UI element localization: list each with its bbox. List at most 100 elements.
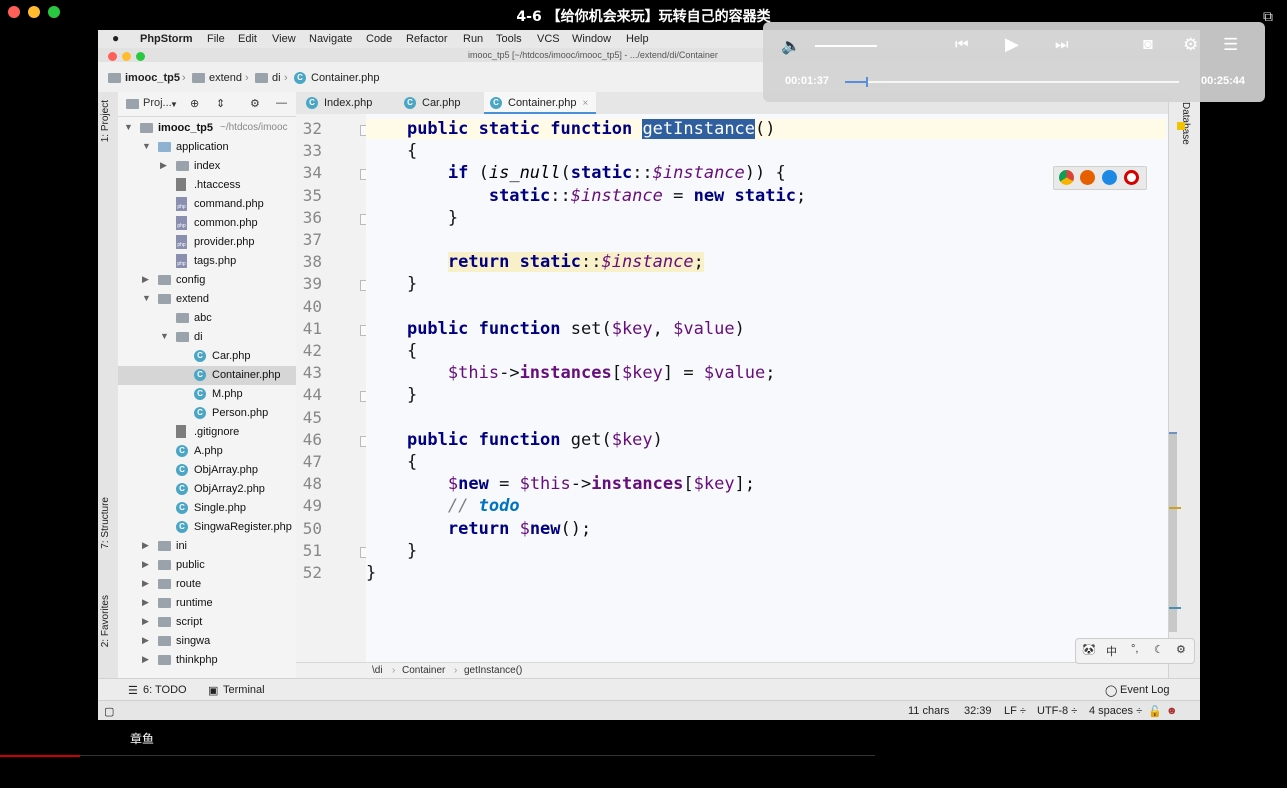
chevron-down-icon[interactable]: ▼ xyxy=(124,122,133,132)
tree-item[interactable]: C ObjArray2.php xyxy=(118,480,296,499)
collapse-icon[interactable]: ⇕ xyxy=(216,97,225,110)
tab-structure-tool[interactable]: 7: Structure xyxy=(100,497,111,549)
next-icon[interactable]: ⏭ xyxy=(1055,36,1069,53)
tree-item[interactable]: C M.php xyxy=(118,385,296,404)
tree-item[interactable]: php common.php xyxy=(118,214,296,233)
volume-icon[interactable]: 🔈 xyxy=(781,36,801,56)
code-line[interactable]: $this->instances[$key] = $value; xyxy=(366,363,776,383)
tree-item[interactable]: abc xyxy=(118,309,296,328)
lock-icon[interactable]: 🔓 xyxy=(1148,705,1162,718)
todo-tool-button[interactable]: 6: TODO xyxy=(143,684,187,696)
tree-item[interactable]: ▶ script xyxy=(118,613,296,632)
code-line[interactable]: } xyxy=(366,208,458,228)
tree-item[interactable]: C A.php xyxy=(118,442,296,461)
code-line[interactable]: public function set($key, $value) xyxy=(366,319,745,339)
chevron-right-icon[interactable]: ▶ xyxy=(142,597,149,608)
code-crumb-method[interactable]: getInstance() xyxy=(464,665,522,676)
editor-tab[interactable]: C Container.php × xyxy=(484,92,597,114)
safari-icon[interactable] xyxy=(1102,170,1117,185)
tree-item[interactable]: ▶ ini xyxy=(118,537,296,556)
tree-item[interactable]: C Single.php xyxy=(118,499,296,518)
chevron-down-icon[interactable]: ▼ xyxy=(142,141,151,151)
tree-item[interactable]: C Person.php xyxy=(118,404,296,423)
tree-item[interactable]: ▼ application xyxy=(118,138,296,157)
chrome-icon[interactable] xyxy=(1059,170,1074,185)
app-menu[interactable]: PhpStorm xyxy=(140,33,193,45)
previous-icon[interactable]: ⏮ xyxy=(955,36,969,53)
code-crumb-namespace[interactable]: \di xyxy=(372,665,383,676)
play-icon[interactable]: ▶ xyxy=(1005,34,1019,55)
hide-panel-icon[interactable]: — xyxy=(276,97,287,109)
tree-item[interactable]: ▼ di xyxy=(118,328,296,347)
tab-favorites-tool[interactable]: 2: Favorites xyxy=(100,595,111,647)
menu-edit[interactable]: Edit xyxy=(238,33,257,45)
playlist-icon[interactable]: ☰ xyxy=(1223,35,1238,55)
menu-tools[interactable]: Tools xyxy=(496,33,522,45)
code-line[interactable]: $new = $this->instances[$key]; xyxy=(366,474,755,494)
code-line[interactable]: { xyxy=(366,141,417,161)
chevron-right-icon[interactable]: ▶ xyxy=(142,654,149,665)
punctuation-icon[interactable]: °, xyxy=(1131,643,1138,655)
menu-navigate[interactable]: Navigate xyxy=(309,33,352,45)
menu-code[interactable]: Code xyxy=(366,33,392,45)
tree-item[interactable]: ▶ route xyxy=(118,575,296,594)
code-line[interactable]: public static function getInstance() xyxy=(366,119,1166,139)
volume-slider[interactable] xyxy=(815,45,877,47)
code-line[interactable]: } xyxy=(366,274,417,294)
chevron-right-icon[interactable]: ▶ xyxy=(142,616,149,627)
chevron-right-icon[interactable]: ▶ xyxy=(160,160,167,171)
tab-project-tool[interactable]: 1: Project xyxy=(100,100,111,142)
editor-tab[interactable]: C Car.php xyxy=(398,92,469,114)
target-icon[interactable]: ⊕ xyxy=(190,97,199,110)
firefox-icon[interactable] xyxy=(1080,170,1095,185)
opera-icon[interactable] xyxy=(1124,170,1139,185)
chevron-right-icon[interactable]: ▶ xyxy=(142,274,149,285)
menu-window[interactable]: Window xyxy=(572,33,611,45)
breadcrumb-file[interactable]: Container.php xyxy=(311,72,380,84)
tree-item[interactable]: C Container.php xyxy=(118,366,296,385)
code-line[interactable]: if (is_null(static::$instance)) { xyxy=(366,163,786,183)
file-encoding[interactable]: UTF-8 ÷ xyxy=(1037,705,1077,717)
chevron-right-icon[interactable]: ▶ xyxy=(142,540,149,551)
menu-help[interactable]: Help xyxy=(626,33,649,45)
tree-item[interactable]: ▼ imooc_tp5 ~/htdcos/imooc xyxy=(118,119,296,138)
tree-item[interactable]: php provider.php xyxy=(118,233,296,252)
tree-item[interactable]: ▼ extend xyxy=(118,290,296,309)
dropdown-icon[interactable]: ▼ xyxy=(170,100,178,109)
menu-run[interactable]: Run xyxy=(463,33,483,45)
project-view-select[interactable]: Proj... xyxy=(143,97,172,109)
tree-item[interactable]: C Car.php xyxy=(118,347,296,366)
tree-item[interactable]: ▶ thinkphp xyxy=(118,651,296,670)
scrollbar-track[interactable] xyxy=(1169,432,1177,632)
ide-minimize-button[interactable] xyxy=(122,52,131,61)
tree-item[interactable]: .htaccess xyxy=(118,176,296,195)
code-line[interactable]: // todo xyxy=(366,496,520,516)
close-icon[interactable]: × xyxy=(583,98,589,109)
code-line[interactable]: return static::$instance; xyxy=(366,252,704,273)
code-line[interactable]: return $new(); xyxy=(366,519,591,539)
chevron-right-icon[interactable]: ▶ xyxy=(142,578,149,589)
chevron-right-icon[interactable]: ▶ xyxy=(142,559,149,570)
code-line[interactable]: static::$instance = new static; xyxy=(366,186,806,206)
indent-setting[interactable]: 4 spaces ÷ xyxy=(1089,705,1142,717)
moon-icon[interactable]: ☾ xyxy=(1154,643,1164,656)
tree-item[interactable]: ▶ config xyxy=(118,271,296,290)
menu-refactor[interactable]: Refactor xyxy=(406,33,448,45)
code-line[interactable]: } xyxy=(366,385,417,405)
screenshot-icon[interactable]: ◙ xyxy=(1143,36,1153,54)
toggle-panels-icon[interactable]: ▢ xyxy=(104,705,114,718)
tree-item[interactable]: ▶ runtime xyxy=(118,594,296,613)
menu-vcs[interactable]: VCS xyxy=(537,33,560,45)
terminal-tool-button[interactable]: Terminal xyxy=(223,684,265,696)
menu-view[interactable]: View xyxy=(272,33,296,45)
gear-icon[interactable]: ⚙ xyxy=(1176,643,1186,656)
breadcrumb-di[interactable]: di xyxy=(272,72,281,84)
inspector-icon[interactable]: ☻ xyxy=(1166,705,1178,717)
tree-item[interactable]: php tags.php xyxy=(118,252,296,271)
ide-close-button[interactable] xyxy=(108,52,117,61)
chevron-down-icon[interactable]: ▼ xyxy=(160,331,169,341)
chevron-right-icon[interactable]: ▶ xyxy=(142,635,149,646)
code-line[interactable]: } xyxy=(366,541,417,561)
ime-language-toggle[interactable]: 中 xyxy=(1106,643,1117,659)
caret-position[interactable]: 32:39 xyxy=(964,705,992,717)
